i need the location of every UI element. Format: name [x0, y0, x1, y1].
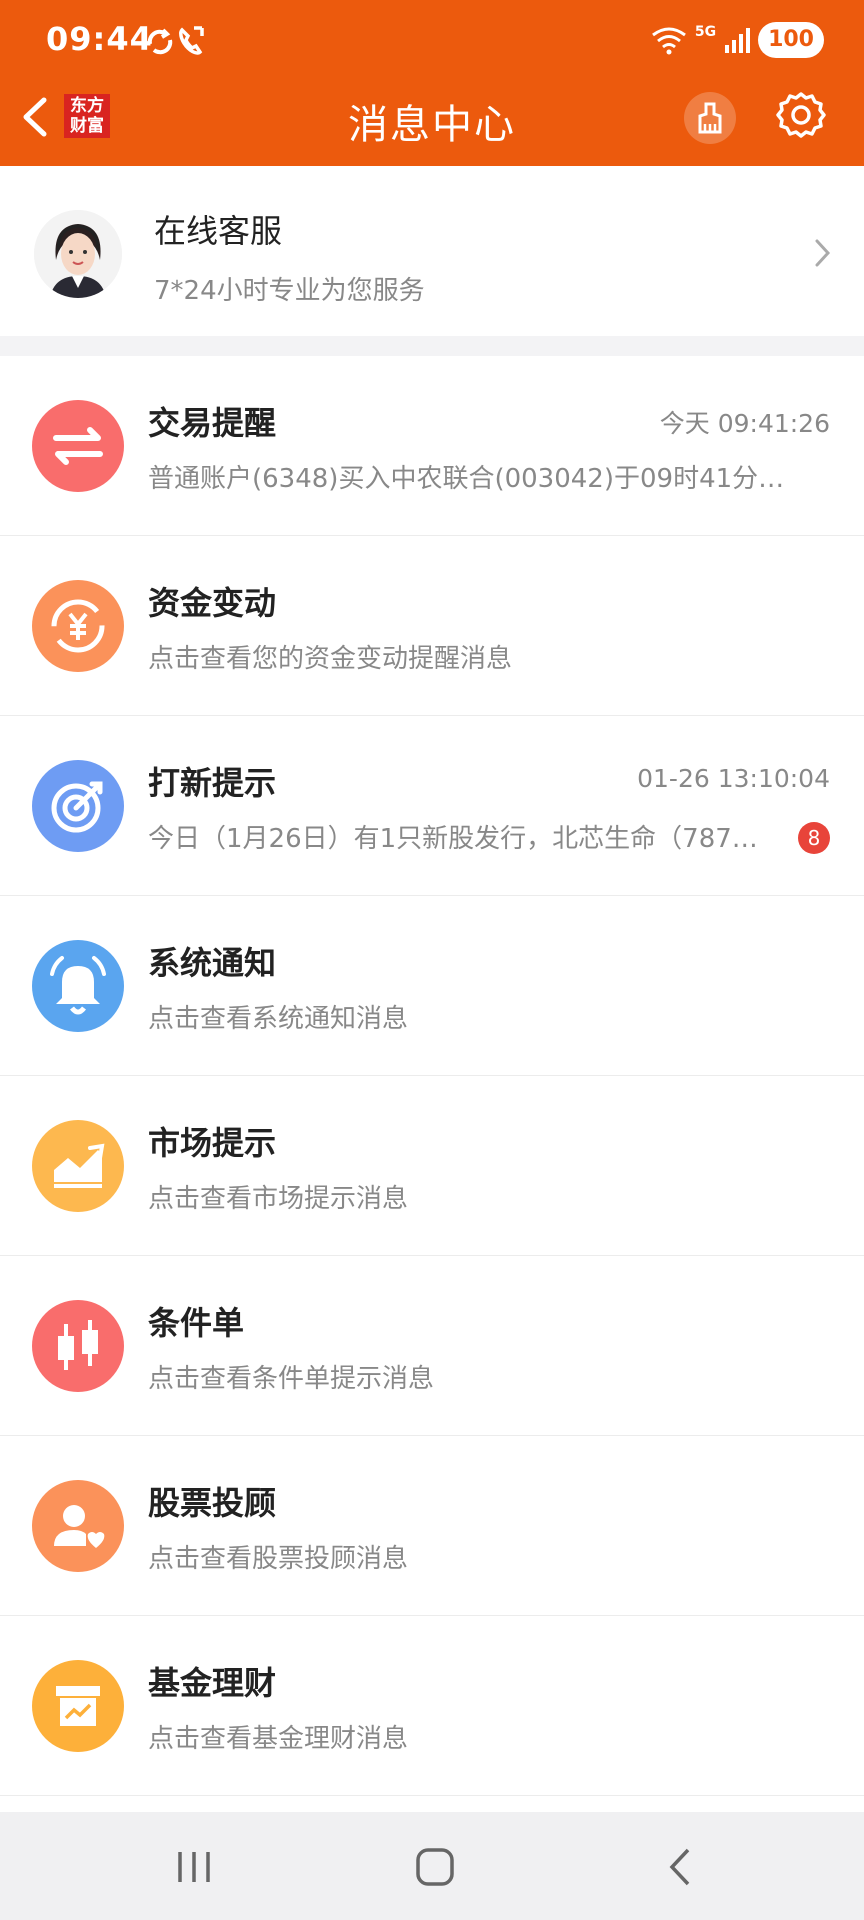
status-left-icons	[146, 22, 210, 66]
advisor-icon	[32, 1480, 124, 1572]
clean-button[interactable]	[684, 92, 736, 144]
list-item-market-alert[interactable]: 市场提示 点击查看市场提示消息	[0, 1076, 864, 1256]
system-nav-bar	[0, 1812, 864, 1920]
bell-icon	[32, 940, 124, 1032]
row-time: 01-26 13:10:04	[637, 764, 830, 793]
row-subtitle: 点击查看股票投顾消息	[148, 1544, 409, 1574]
target-icon	[32, 760, 124, 852]
row-subtitle: 普通账户(6348)买入中农联合(003042)于09时41分…	[148, 464, 785, 494]
row-title: 股票投顾	[148, 1484, 277, 1522]
row-title: 打新提示	[148, 764, 277, 802]
home-icon	[416, 1848, 454, 1886]
list-item-ipo-alert[interactable]: 打新提示 01-26 13:10:04 今日（1月26日）有1只新股发行，北芯生…	[0, 716, 864, 896]
recent-apps-button[interactable]	[164, 1842, 224, 1892]
home-button[interactable]	[406, 1842, 466, 1892]
message-list: 交易提醒 今天 09:41:26 普通账户(6348)买入中农联合(003042…	[0, 356, 864, 1812]
service-title: 在线客服	[154, 212, 283, 250]
row-title: 系统通知	[148, 944, 277, 982]
row-subtitle: 点击查看市场提示消息	[148, 1184, 409, 1214]
row-title: 交易提醒	[148, 404, 277, 442]
top-bar: 09:44 5G 100 东方 财富 消息中心	[0, 0, 864, 166]
service-avatar	[34, 210, 122, 298]
status-right: 5G 100	[651, 22, 824, 58]
sync-icon	[147, 28, 173, 55]
row-subtitle: 今日（1月26日）有1只新股发行，北芯生命（787…	[148, 824, 758, 854]
wifi-icon	[651, 27, 686, 55]
battery-indicator: 100	[758, 22, 824, 58]
back-icon	[669, 1848, 690, 1886]
gear-icon	[776, 92, 826, 138]
list-item-stock-advisor[interactable]: 股票投顾 点击查看股票投顾消息	[0, 1436, 864, 1616]
row-subtitle: 点击查看基金理财消息	[148, 1724, 409, 1754]
status-time: 09:44	[46, 20, 153, 58]
network-type: 5G	[694, 24, 717, 40]
row-title: 条件单	[148, 1304, 245, 1342]
row-time: 今天 09:41:26	[659, 409, 830, 438]
service-subtitle: 7*24小时专业为您服务	[154, 276, 425, 306]
row-title: 市场提示	[148, 1124, 277, 1162]
fund-icon	[32, 1660, 124, 1752]
chevron-right-icon	[812, 236, 834, 270]
broom-icon	[698, 102, 722, 134]
candlestick-icon	[32, 1300, 124, 1392]
row-subtitle: 点击查看您的资金变动提醒消息	[148, 644, 513, 674]
online-service-card[interactable]: 在线客服 7*24小时专业为您服务	[0, 166, 864, 336]
settings-button[interactable]	[774, 88, 828, 142]
row-title: 基金理财	[148, 1664, 277, 1702]
list-item-trade-alert[interactable]: 交易提醒 今天 09:41:26 普通账户(6348)买入中农联合(003042…	[0, 356, 864, 536]
list-item-fund-finance[interactable]: 基金理财 点击查看基金理财消息	[0, 1616, 864, 1796]
row-title: 资金变动	[148, 584, 277, 622]
unread-badge: 8	[798, 822, 830, 854]
recent-apps-icon	[178, 1852, 210, 1882]
exchange-arrows-icon	[32, 400, 124, 492]
list-item-fund-change[interactable]: 资金变动 点击查看您的资金变动提醒消息	[0, 536, 864, 716]
trend-chart-icon	[32, 1120, 124, 1212]
nav-back-button[interactable]	[652, 1842, 712, 1892]
row-subtitle: 点击查看条件单提示消息	[148, 1364, 435, 1394]
row-subtitle: 点击查看系统通知消息	[148, 1004, 409, 1034]
signal-icon	[725, 28, 751, 53]
yen-cycle-icon	[32, 580, 124, 672]
phone-icon	[179, 26, 204, 55]
list-item-conditional-order[interactable]: 条件单 点击查看条件单提示消息	[0, 1256, 864, 1436]
list-item-system-notice[interactable]: 系统通知 点击查看系统通知消息	[0, 896, 864, 1076]
